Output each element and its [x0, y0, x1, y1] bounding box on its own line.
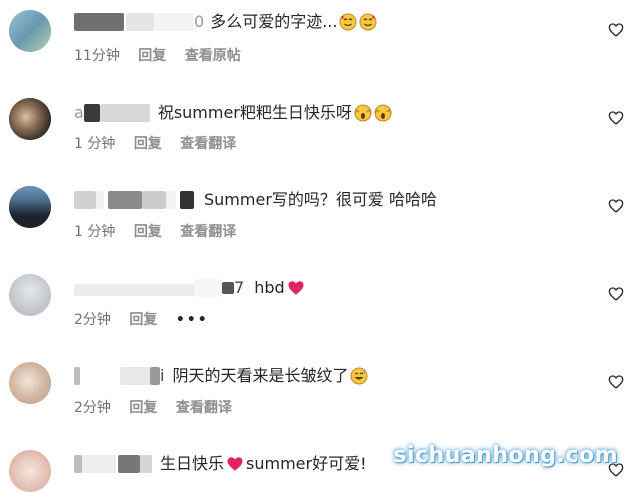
- reply-button[interactable]: 回复: [134, 224, 162, 240]
- redacted-username: [99, 104, 150, 122]
- comment-time: 11分钟: [74, 48, 120, 64]
- view-translation-button[interactable]: 查看翻译: [176, 400, 232, 416]
- reply-button[interactable]: 回复: [134, 136, 162, 152]
- avatar[interactable]: [9, 274, 51, 316]
- comment-item: 0 多么可爱的字迹... 11分钟 回复 查看原帖: [0, 0, 640, 88]
- screaming-face-icon: [374, 104, 392, 122]
- comment-item: Summer写的吗？很可爱 哈哈哈 1 分钟 回复 查看翻译: [0, 176, 640, 264]
- redacted-username: [126, 13, 154, 31]
- watermark: sichuanhong.com: [393, 443, 618, 468]
- redacted-username: [140, 455, 152, 473]
- redacted-username: [194, 279, 222, 297]
- view-translation-button[interactable]: 查看翻译: [180, 136, 236, 152]
- red-heart-icon: [226, 455, 244, 473]
- redacted-username[interactable]: [74, 13, 124, 31]
- redacted-username: [118, 455, 140, 473]
- reply-button[interactable]: 回复: [138, 48, 166, 64]
- comment-text: Summer写的吗？很可爱 哈哈哈: [204, 190, 437, 209]
- redacted-username: [150, 367, 160, 385]
- redacted-username[interactable]: [74, 455, 82, 473]
- comment-text: 祝summer粑粑生日快乐呀: [157, 103, 352, 122]
- comment-time: 2分钟: [74, 400, 111, 416]
- comment-text: 生日快乐: [160, 454, 225, 473]
- redacted-username: [166, 191, 176, 209]
- comment-item: 7 hbd 2分钟 回复 •••: [0, 264, 640, 352]
- avatar[interactable]: [9, 186, 51, 228]
- comment-text: 多么可爱的字迹...: [210, 12, 338, 31]
- comment-meta: 2分钟 回复 查看翻译: [74, 398, 246, 418]
- avatar[interactable]: [9, 362, 51, 404]
- more-options-button[interactable]: •••: [176, 312, 209, 328]
- redacted-username: [222, 282, 234, 294]
- grinning-sweat-icon: [350, 367, 368, 385]
- username-fragment: i: [160, 366, 165, 385]
- smiling-face-with-hearts-icon: [339, 13, 357, 31]
- comment-text: hbd: [254, 278, 285, 297]
- comment-time: 1 分钟: [74, 136, 116, 152]
- redacted-username: [154, 13, 194, 31]
- reply-button[interactable]: 回复: [129, 400, 157, 416]
- avatar[interactable]: [9, 98, 51, 140]
- heart-icon[interactable]: [608, 286, 624, 302]
- avatar[interactable]: [9, 450, 51, 492]
- heart-icon[interactable]: [608, 198, 624, 214]
- redacted-username[interactable]: [74, 191, 96, 209]
- screaming-face-icon: [354, 104, 372, 122]
- heart-icon[interactable]: [608, 374, 624, 390]
- view-translation-button[interactable]: 查看翻译: [180, 224, 236, 240]
- comment-meta: 2分钟 回复 •••: [74, 310, 223, 330]
- heart-icon[interactable]: [608, 22, 624, 38]
- redacted-username: [82, 455, 116, 473]
- username-fragment: a: [74, 103, 84, 122]
- redacted-username: [108, 191, 142, 209]
- view-original-button[interactable]: 查看原帖: [185, 48, 241, 64]
- red-heart-icon: [287, 279, 305, 297]
- heart-icon[interactable]: [608, 110, 624, 126]
- reply-button[interactable]: 回复: [129, 312, 157, 328]
- comment-time: 2分钟: [74, 312, 111, 328]
- redacted-username[interactable]: [83, 104, 100, 122]
- username-fragment: 0: [194, 12, 205, 31]
- redacted-username: [142, 191, 166, 209]
- smiling-face-with-hearts-icon: [359, 13, 377, 31]
- redacted-username[interactable]: [74, 284, 194, 296]
- avatar[interactable]: [9, 10, 51, 52]
- comment-text: 阴天的天看来是长皱纹了: [172, 366, 349, 385]
- comment-item: a 祝summer粑粑生日快乐呀 1 分钟 回复 查看翻译: [0, 88, 640, 176]
- comment-meta: 11分钟 回复 查看原帖: [74, 46, 255, 66]
- username-fragment: 7: [234, 278, 245, 297]
- redacted-username: [180, 191, 194, 209]
- comment-time: 1 分钟: [74, 224, 116, 240]
- comment-meta: 1 分钟 回复 查看翻译: [74, 222, 250, 242]
- redacted-username: [120, 367, 150, 385]
- comment-text: summer好可爱!: [246, 454, 367, 473]
- redacted-username: [80, 367, 120, 385]
- comment-meta: 1 分钟 回复 查看翻译: [74, 134, 250, 154]
- comment-item: i 阴天的天看来是长皱纹了 2分钟 回复 查看翻译: [0, 352, 640, 440]
- redacted-username: [96, 191, 104, 209]
